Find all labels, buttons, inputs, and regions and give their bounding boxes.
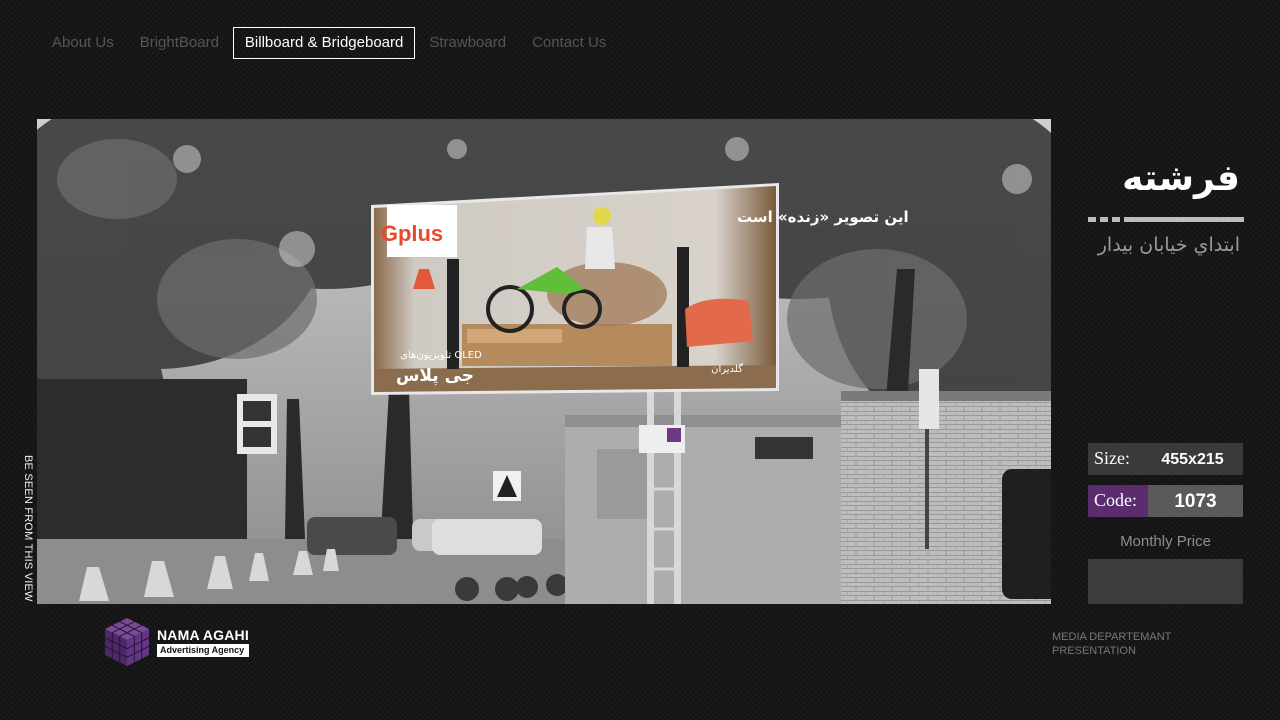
code-row: Code: 1073 xyxy=(1088,485,1243,517)
footer-note-line-1: MEDIA DEPARTEMANT xyxy=(1052,631,1172,643)
agency-name: NAMA AGAHI xyxy=(157,627,249,643)
top-nav: About Us BrightBoard Billboard & Bridgeb… xyxy=(40,27,620,59)
ad-retailer: گلدیران xyxy=(711,363,743,375)
footer-note: MEDIA DEPARTEMANT PRESENTATION xyxy=(1052,630,1171,658)
view-caption: BE SEEN FROM THIS VIEW xyxy=(22,455,34,602)
agency-tagline: Advertising Agency xyxy=(157,644,249,657)
ad-product-line: تلویزیون‌های QLED xyxy=(400,350,482,361)
footer-note-line-2: PRESENTATION xyxy=(1052,645,1136,657)
code-value: 1073 xyxy=(1148,485,1243,517)
nav-contact-us[interactable]: Contact Us xyxy=(520,27,618,59)
ad-brand-logo: Gplus xyxy=(381,221,443,246)
code-label: Code: xyxy=(1088,485,1148,517)
nav-strawboard[interactable]: Strawboard xyxy=(417,27,518,59)
location-title: فرشته xyxy=(1122,158,1240,199)
location-subtitle: ابتداي خيابان بيدار xyxy=(1097,234,1240,256)
monthly-price-value xyxy=(1088,559,1243,604)
title-underline xyxy=(1088,217,1244,222)
ad-headline: این تصویر «زنده» است xyxy=(737,208,909,226)
size-label: Size: xyxy=(1088,443,1142,475)
agency-logo[interactable]: NAMA AGAHI Advertising Agency xyxy=(103,616,249,668)
nav-billboard-bridgeboard[interactable]: Billboard & Bridgeboard xyxy=(232,27,416,59)
size-value: 455x215 xyxy=(1142,443,1243,475)
nav-about-us[interactable]: About Us xyxy=(40,27,126,59)
billboard-photo: Gplus این تصویر «زنده» است تلویزیون‌های … xyxy=(37,119,1051,604)
size-row: Size: 455x215 xyxy=(1088,443,1243,475)
nav-brightboard[interactable]: BrightBoard xyxy=(128,27,231,59)
ad-brand-fa: جی پلاس xyxy=(396,366,474,386)
cube-icon xyxy=(104,618,150,666)
monthly-price-label: Monthly Price xyxy=(1120,533,1211,550)
